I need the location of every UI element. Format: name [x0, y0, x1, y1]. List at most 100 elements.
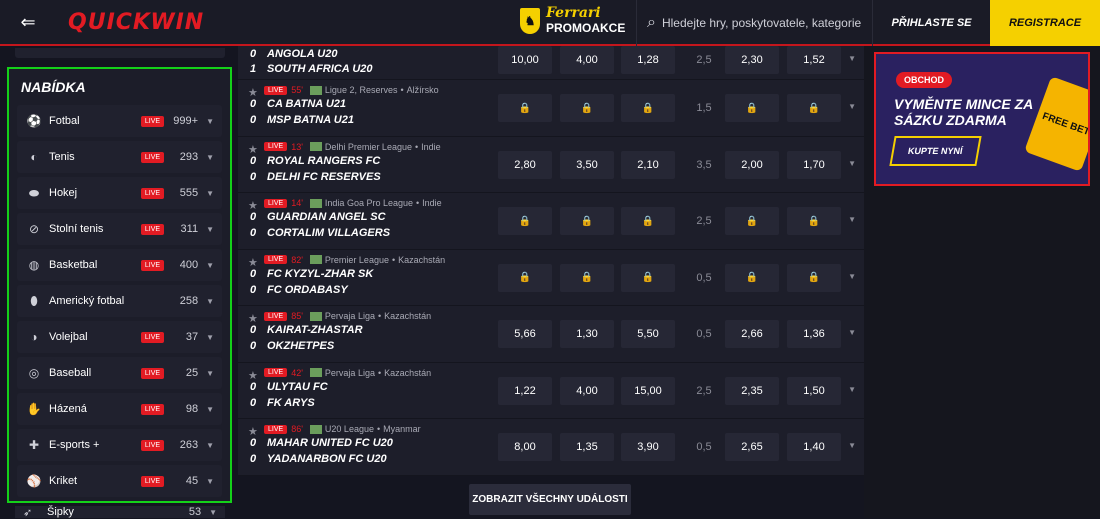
- banner-cta-button[interactable]: KUPTE NYNÍ: [889, 136, 982, 166]
- event-row[interactable]: ★ LIVE 14' India Goa Pro League • Indie 0 GUARD…: [238, 193, 864, 250]
- chevron-down-icon[interactable]: ▼: [848, 441, 856, 450]
- chevron-down-icon[interactable]: ▼: [206, 441, 214, 450]
- event-minute: 86': [291, 424, 303, 434]
- chevron-down-icon[interactable]: ▼: [206, 225, 214, 234]
- event-row[interactable]: ★ LIVE 13' Delhi Premier League • Indie 0 ROYAL…: [238, 136, 864, 193]
- odds-button[interactable]: 5,50: [621, 320, 675, 348]
- odds-button[interactable]: 5,66: [498, 320, 552, 348]
- odds-button[interactable]: 🔒: [560, 207, 614, 235]
- sidebar-item[interactable]: ✋ Házená LIVE 98 ▼: [17, 393, 222, 425]
- away-team: OKZHETPES: [267, 340, 335, 352]
- home-team: KAIRAT-ZHASTAR: [267, 324, 363, 336]
- odds-button[interactable]: 15,00: [621, 376, 675, 405]
- total-odds-button[interactable]: 1,70: [787, 150, 841, 179]
- total-odds-button[interactable]: 🔒: [725, 263, 779, 292]
- odds-button[interactable]: 8,00: [498, 433, 552, 461]
- event-row[interactable]: ★ LIVE 86' U20 League • Myanmar 0 MAHAR UNITED …: [238, 419, 864, 476]
- chevron-down-icon[interactable]: ▼: [206, 297, 214, 306]
- odds-button[interactable]: 1,35: [560, 433, 614, 461]
- back-arrow-icon[interactable]: ⇐: [10, 0, 46, 44]
- promo-banner[interactable]: OBCHOD VYMĚNTE MINCE ZA SÁZKU ZDARMA KUP…: [874, 52, 1090, 186]
- event-row[interactable]: ★ LIVE 82' Premier League • Kazachstán 0 FC KYZ…: [238, 249, 864, 306]
- country-name: Kazachstán: [398, 254, 446, 265]
- odds-button[interactable]: 🔒: [621, 94, 675, 122]
- total-odds-button[interactable]: 2,00: [725, 150, 779, 179]
- total-odds-button[interactable]: 2,65: [725, 433, 779, 461]
- chevron-down-icon[interactable]: ▼: [206, 117, 214, 126]
- league-name: U20 League: [324, 424, 374, 434]
- sidebar-item[interactable]: ◑ Volejbal LIVE 37 ▼: [17, 321, 222, 353]
- chevron-down-icon[interactable]: ▼: [848, 385, 856, 394]
- total-odds-button[interactable]: 1,52: [787, 46, 841, 74]
- odds-button[interactable]: 2,80: [498, 150, 552, 179]
- lock-icon: 🔒: [745, 215, 759, 227]
- sidebar-item[interactable]: ◍ Basketbal LIVE 400 ▼: [17, 249, 222, 281]
- chevron-down-icon[interactable]: ▼: [206, 189, 214, 198]
- odds-button[interactable]: 3,50: [560, 150, 614, 179]
- show-all-events-button[interactable]: ZOBRAZIT VŠECHNY UDÁLOSTI: [469, 484, 631, 515]
- odds-button[interactable]: 10,00: [498, 46, 552, 74]
- sidebar-item-darts[interactable]: ➶ Šipky 53 ▼: [15, 506, 225, 519]
- odds-button[interactable]: 🔒: [621, 207, 675, 235]
- sidebar-item-count: 311: [180, 223, 199, 235]
- sidebar-item[interactable]: ✚ E-sports + LIVE 263 ▼: [17, 429, 222, 461]
- total-odds-button[interactable]: 1,50: [787, 376, 841, 405]
- total-odds-button[interactable]: 2,66: [725, 320, 779, 348]
- sidebar-item[interactable]: ⚾ Kriket LIVE 45 ▼: [17, 465, 222, 497]
- chevron-down-icon[interactable]: ▼: [848, 215, 856, 224]
- odds-button[interactable]: 3,90: [621, 433, 675, 461]
- chevron-down-icon[interactable]: ▼: [206, 405, 214, 414]
- odds-button[interactable]: 1,30: [560, 320, 614, 348]
- total-odds-button[interactable]: 2,30: [725, 46, 779, 74]
- total-odds-button[interactable]: 1,40: [787, 433, 841, 461]
- chevron-down-icon[interactable]: ▼: [848, 272, 856, 281]
- sidebar-item[interactable]: ⬮ Americký fotbal 258 ▼: [17, 285, 222, 317]
- total-odds-button[interactable]: 🔒: [725, 94, 779, 122]
- chevron-down-icon[interactable]: ▼: [206, 261, 214, 270]
- search-bar[interactable]: ⌕ Hledejte hry, poskytovatele, kategorie: [636, 0, 872, 46]
- odds-button[interactable]: 4,00: [560, 46, 614, 74]
- event-row[interactable]: ★ LIVE 42' Pervaja Liga • Kazachstán 0 ULYTAU F…: [238, 362, 864, 419]
- odds-button[interactable]: 4,00: [560, 376, 614, 405]
- away-team: CORTALIM VILLAGERS: [267, 227, 391, 239]
- promo-link[interactable]: ♞ Ferrari PROMOAKCE: [520, 6, 625, 36]
- total-odds-button[interactable]: 2,35: [725, 376, 779, 405]
- odds-button[interactable]: 🔒: [621, 263, 675, 292]
- event-row[interactable]: ★ LIVE 85' Pervaja Liga • Kazachstán 0 KAIRAT-Z…: [238, 306, 864, 363]
- chevron-down-icon[interactable]: ▼: [848, 328, 856, 337]
- logo[interactable]: QUICKWIN: [68, 10, 204, 35]
- sidebar-item[interactable]: ◐ Tenis LIVE 293 ▼: [17, 141, 222, 173]
- chevron-down-icon[interactable]: ▼: [206, 153, 214, 162]
- total-odds-button[interactable]: 1,36: [787, 320, 841, 348]
- ferrari-shield-icon: ♞: [520, 8, 540, 34]
- odds-button[interactable]: 🔒: [498, 207, 552, 235]
- sidebar-item[interactable]: ⚽ Fotbal LIVE 999+ ▼: [17, 105, 222, 137]
- odds-button[interactable]: 🔒: [498, 94, 552, 122]
- total-odds-button[interactable]: 🔒: [725, 207, 779, 235]
- odds-button[interactable]: 🔒: [560, 263, 614, 292]
- sidebar-item[interactable]: ⊘ Stolní tenis LIVE 311 ▼: [17, 213, 222, 245]
- sidebar-item[interactable]: ◎ Baseball LIVE 25 ▼: [17, 357, 222, 389]
- event-row[interactable]: ★ LIVE 55' Ligue 2, Reserves • Alžírsko 0 CA BA…: [238, 80, 864, 137]
- odds-button[interactable]: 🔒: [498, 263, 552, 292]
- total-odds-button[interactable]: 🔒: [787, 207, 841, 235]
- sidebar-item-label: Volejbal: [49, 331, 88, 343]
- chevron-down-icon[interactable]: ▼: [206, 477, 214, 486]
- chevron-down-icon[interactable]: ▼: [206, 333, 214, 342]
- sidebar-item-count: 293: [179, 151, 199, 163]
- sidebar-item[interactable]: ⬬ Hokej LIVE 555 ▼: [17, 177, 222, 209]
- event-row[interactable]: 0 ANGOLA U20 1 SOUTH AFRICA U20 10,00 4,00 1,2…: [238, 46, 864, 80]
- chevron-down-icon[interactable]: ▼: [848, 102, 856, 111]
- register-button[interactable]: REGISTRACE: [990, 0, 1100, 46]
- odds-button[interactable]: 2,10: [621, 150, 675, 179]
- chevron-down-icon[interactable]: ▼: [848, 159, 856, 168]
- odds-button[interactable]: 1,28: [621, 46, 675, 74]
- total-odds-button[interactable]: 🔒: [787, 94, 841, 122]
- chevron-down-icon[interactable]: ▼: [206, 369, 214, 378]
- live-badge: LIVE: [140, 115, 165, 127]
- chevron-down-icon[interactable]: ▼: [848, 54, 856, 63]
- odds-button[interactable]: 1,22: [498, 376, 552, 405]
- login-button[interactable]: PŘIHLASTE SE: [872, 0, 990, 46]
- total-odds-button[interactable]: 🔒: [787, 263, 841, 292]
- odds-button[interactable]: 🔒: [560, 94, 614, 122]
